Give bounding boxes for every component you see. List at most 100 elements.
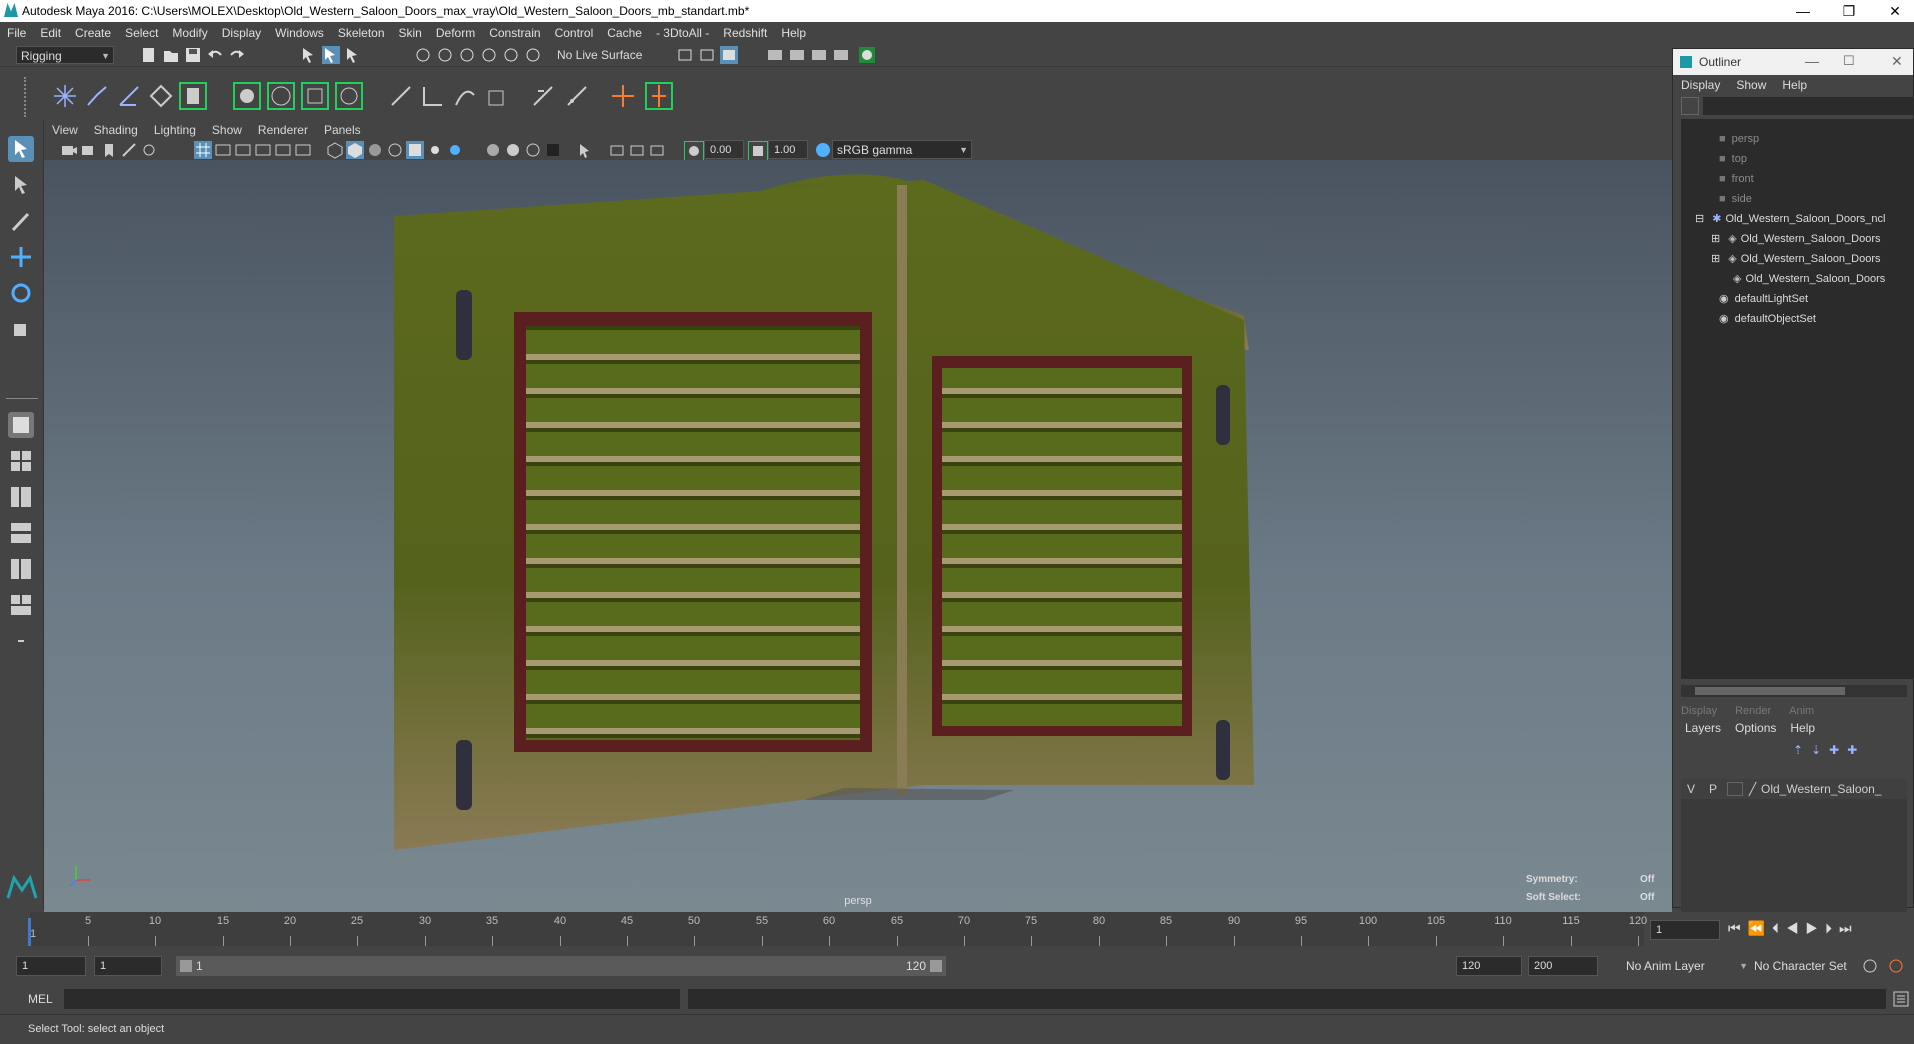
vp-menu-shading[interactable]: Shading — [86, 120, 146, 140]
layer-name[interactable]: Old_Western_Saloon_ — [1761, 782, 1882, 796]
save-scene-icon[interactable] — [184, 46, 202, 64]
field-chart-icon[interactable] — [274, 141, 292, 159]
gamma-field[interactable]: 1.00 — [768, 140, 808, 159]
menu-file[interactable]: File — [0, 22, 33, 44]
outliner-item[interactable]: ■ front — [1719, 169, 1754, 189]
camera-select-icon[interactable] — [60, 141, 78, 159]
graph-layout-icon[interactable] — [8, 520, 34, 546]
animation-preferences-icon[interactable] — [1886, 956, 1906, 976]
layer-playback-toggle[interactable]: P — [1709, 782, 1717, 796]
point-constraint-icon[interactable] — [388, 83, 414, 109]
mel-label[interactable]: MEL — [28, 992, 53, 1006]
snap-plane-icon[interactable] — [480, 46, 498, 64]
layer-row[interactable]: V P ╱ Old_Western_Saloon_ — [1681, 779, 1907, 799]
snap-surface-icon[interactable] — [502, 46, 520, 64]
xray-components-icon[interactable] — [648, 141, 666, 159]
ik-fk-switch-icon[interactable] — [644, 81, 674, 111]
range-start-handle[interactable] — [180, 960, 192, 972]
snap-grid-icon[interactable] — [414, 46, 432, 64]
lattice-icon[interactable] — [266, 81, 296, 111]
move-tool-icon[interactable] — [8, 244, 34, 270]
construction-history-icon[interactable] — [720, 46, 738, 64]
step-back-key-icon[interactable]: ⏪ — [1748, 920, 1772, 936]
vp-menu-show[interactable]: Show — [204, 120, 250, 140]
current-frame-field[interactable]: 1 — [1650, 920, 1720, 940]
outliner-menu-help[interactable]: Help — [1774, 75, 1815, 95]
layer-menu-help[interactable]: Help — [1790, 721, 1815, 735]
auto-key-icon[interactable] — [1860, 956, 1880, 976]
outliner-item[interactable]: ■ side — [1719, 189, 1752, 209]
menu-constrain[interactable]: Constrain — [482, 22, 547, 44]
output-ops-icon[interactable] — [698, 46, 716, 64]
color-management-icon[interactable] — [814, 141, 832, 159]
new-layer-icon[interactable]: ✚ — [1829, 743, 1839, 757]
character-set-dropdown[interactable]: No Character Set — [1754, 956, 1868, 976]
layer-tab-render[interactable]: Render — [1735, 705, 1771, 717]
xray-joints-icon[interactable] — [628, 141, 646, 159]
animation-end-field[interactable]: 200 — [1528, 956, 1598, 976]
wireframe-on-shaded-icon[interactable] — [386, 141, 404, 159]
gamma-icon[interactable] — [748, 141, 768, 161]
outliner-close-button[interactable]: ✕ — [1891, 53, 1903, 70]
hypershade-layout-icon[interactable] — [8, 556, 34, 582]
outliner-layout-icon[interactable] — [8, 484, 34, 510]
ik-spline-icon[interactable] — [116, 83, 142, 109]
menu-deform[interactable]: Deform — [429, 22, 482, 44]
maya-home-icon[interactable] — [6, 874, 38, 900]
outliner-menu-display[interactable]: Display — [1673, 75, 1728, 95]
outliner-maximize-button[interactable]: ☐ — [1843, 53, 1855, 69]
step-forward-frame-icon[interactable]: ⏵ — [1825, 920, 1839, 936]
four-view-layout-icon[interactable] — [8, 448, 34, 474]
gate-mask-icon[interactable] — [254, 141, 272, 159]
color-space-dropdown[interactable]: sRGB gamma ▼ — [832, 140, 972, 159]
menu-redshift[interactable]: Redshift — [716, 22, 774, 44]
render-frame-icon[interactable] — [766, 46, 784, 64]
minimize-button[interactable]: — — [1780, 0, 1826, 22]
perspective-viewport[interactable]: Symmetry: Off Soft Select: Off persp — [44, 160, 1672, 912]
menu-select[interactable]: Select — [118, 22, 165, 44]
layer-color-icon[interactable]: ╱ — [1749, 782, 1756, 796]
outliner-horizontal-scrollbar[interactable] — [1681, 685, 1907, 697]
menu-control[interactable]: Control — [548, 22, 601, 44]
restore-button[interactable]: ❐ — [1826, 0, 1872, 22]
snap-curve-icon[interactable] — [436, 46, 454, 64]
insert-joint-icon[interactable] — [148, 83, 174, 109]
depth-of-field-icon[interactable] — [544, 141, 562, 159]
uv-layout-icon[interactable] — [8, 592, 34, 618]
grid-toggle-icon[interactable] — [194, 141, 212, 159]
outliner-item[interactable]: ◉ defaultObjectSet — [1719, 309, 1816, 329]
menuset-dropdown[interactable]: Rigging ▼ — [16, 46, 114, 64]
menu-help[interactable]: Help — [774, 22, 813, 44]
close-button[interactable]: ✕ — [1872, 0, 1914, 22]
image-plane-icon[interactable] — [120, 141, 138, 159]
outliner-minimize-button[interactable]: — — [1805, 53, 1819, 69]
outliner-item[interactable]: ◉ defaultLightSet — [1719, 289, 1808, 309]
play-back-icon[interactable]: ◀ — [1786, 920, 1806, 936]
go-to-start-icon[interactable]: ⏮ — [1728, 920, 1748, 936]
bookmark-icon[interactable] — [100, 141, 118, 159]
outliner-filter-icon[interactable] — [1681, 97, 1699, 115]
safe-action-icon[interactable] — [294, 141, 312, 159]
smooth-shade-icon[interactable] — [346, 141, 364, 159]
ik-handle-icon[interactable] — [84, 83, 110, 109]
layer-visibility-toggle[interactable]: V — [1687, 782, 1695, 796]
outliner-item[interactable]: ⊞ ◈ Old_Western_Saloon_Doors — [1711, 229, 1881, 249]
anti-aliasing-icon[interactable] — [524, 141, 542, 159]
expand-icon[interactable]: ⊞ — [1711, 233, 1720, 245]
scale-constraint-icon[interactable] — [484, 83, 510, 109]
redo-icon[interactable] — [228, 46, 246, 64]
outliner-item[interactable]: ■ persp — [1719, 129, 1759, 149]
paint-weights-icon[interactable] — [232, 81, 262, 111]
render-view-icon[interactable] — [788, 46, 806, 64]
collapse-icon[interactable]: ⊟ — [1695, 213, 1704, 225]
menu-3dtoall[interactable]: - 3DtoAll - — [649, 22, 716, 44]
outliner-menu-show[interactable]: Show — [1728, 75, 1774, 95]
textured-icon[interactable] — [406, 141, 424, 159]
aim-constraint-icon[interactable] — [420, 83, 446, 109]
play-forward-icon[interactable]: ▶ — [1806, 920, 1826, 936]
use-lights-icon[interactable] — [426, 141, 444, 159]
shelf-tab-handle[interactable] — [24, 77, 32, 117]
move-layer-down-icon[interactable]: ⇣ — [1811, 743, 1821, 757]
new-scene-icon[interactable] — [140, 46, 158, 64]
select-tool-icon[interactable] — [8, 136, 34, 162]
